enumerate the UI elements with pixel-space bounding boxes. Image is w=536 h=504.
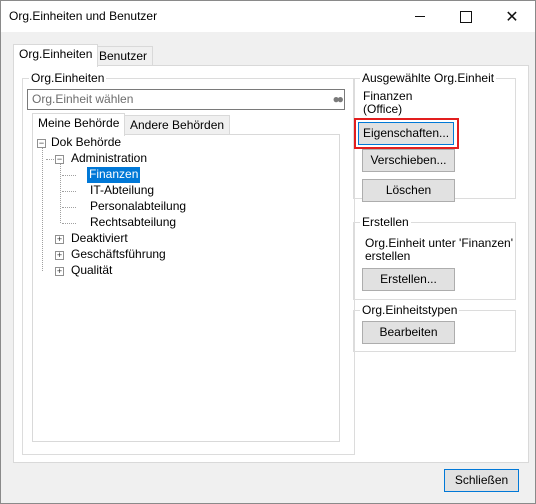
subtab-meine-behoerde[interactable]: Meine Behörde [32, 113, 126, 136]
tree-node-personalabteilung[interactable]: Personalabteilung [90, 199, 186, 215]
move-button[interactable]: Verschieben... [362, 149, 455, 172]
tree-node-finanzen[interactable]: Finanzen [85, 166, 142, 184]
selected-unit-group-label: Ausgewählte Org.Einheit [360, 71, 497, 85]
tree-node-geschaeftsfuehrung[interactable]: Geschäftsführung [71, 247, 166, 263]
org-units-group-label: Org.Einheiten [29, 71, 107, 85]
close-button[interactable]: Schließen [444, 469, 519, 492]
expand-icon[interactable]: + [55, 251, 64, 260]
users-icon: ●● [332, 92, 344, 106]
selected-unit-name: Finanzen [363, 89, 413, 103]
expand-icon[interactable]: + [55, 235, 64, 244]
tree-node-it-abteilung[interactable]: IT-Abteilung [90, 183, 154, 199]
create-button[interactable]: Erstellen... [362, 268, 455, 291]
tree-node-root[interactable]: Dok Behörde [51, 135, 121, 151]
tree-line [42, 147, 43, 271]
dialog-window: Org.Einheiten und Benutzer ✕ Org.Einheit… [0, 0, 536, 504]
tree-line [62, 191, 76, 192]
tree-node-qualitaet[interactable]: Qualität [71, 263, 112, 279]
tree-node-rechtsabteilung[interactable]: Rechtsabteilung [90, 215, 176, 231]
edit-types-button[interactable]: Bearbeiten [362, 321, 455, 344]
expand-icon[interactable]: + [55, 267, 64, 276]
create-text-line1: Org.Einheit unter 'Finanzen' [365, 236, 513, 250]
properties-button[interactable]: Eigenschaften... [358, 122, 454, 145]
title-bar: Org.Einheiten und Benutzer ✕ [1, 1, 535, 32]
subtab-andere-behoerden[interactable]: Andere Behörden [124, 115, 231, 136]
create-text-line2: erstellen [365, 249, 411, 263]
tree-node-deaktiviert[interactable]: Deaktiviert [71, 231, 128, 247]
minimize-button[interactable] [397, 1, 443, 32]
tree-line [62, 207, 76, 208]
window-title: Org.Einheiten und Benutzer [9, 9, 158, 23]
tree-node-administration[interactable]: Administration [71, 151, 147, 167]
tree-line [62, 223, 76, 224]
subtab-panel [32, 134, 340, 442]
close-icon: ✕ [505, 8, 519, 26]
minimize-icon [415, 16, 425, 17]
collapse-icon[interactable]: − [37, 139, 46, 148]
selected-unit-type: (Office) [363, 102, 403, 116]
maximize-button[interactable] [443, 1, 489, 32]
tree-line [46, 159, 54, 160]
tab-org-einheiten[interactable]: Org.Einheiten [13, 44, 99, 67]
create-group-label: Erstellen [360, 215, 411, 229]
tab-benutzer[interactable]: Benutzer [93, 46, 154, 67]
unit-types-group-label: Org.Einheitstypen [360, 303, 460, 317]
search-placeholder: Org.Einheit wählen [32, 92, 134, 106]
delete-button[interactable]: Löschen [362, 179, 455, 202]
collapse-icon[interactable]: − [55, 155, 64, 164]
tree-line [60, 163, 61, 223]
org-unit-search-input[interactable]: Org.Einheit wählen ●● [27, 89, 345, 110]
close-window-button[interactable]: ✕ [489, 1, 535, 32]
tree-line [62, 175, 76, 176]
maximize-icon [460, 10, 472, 23]
